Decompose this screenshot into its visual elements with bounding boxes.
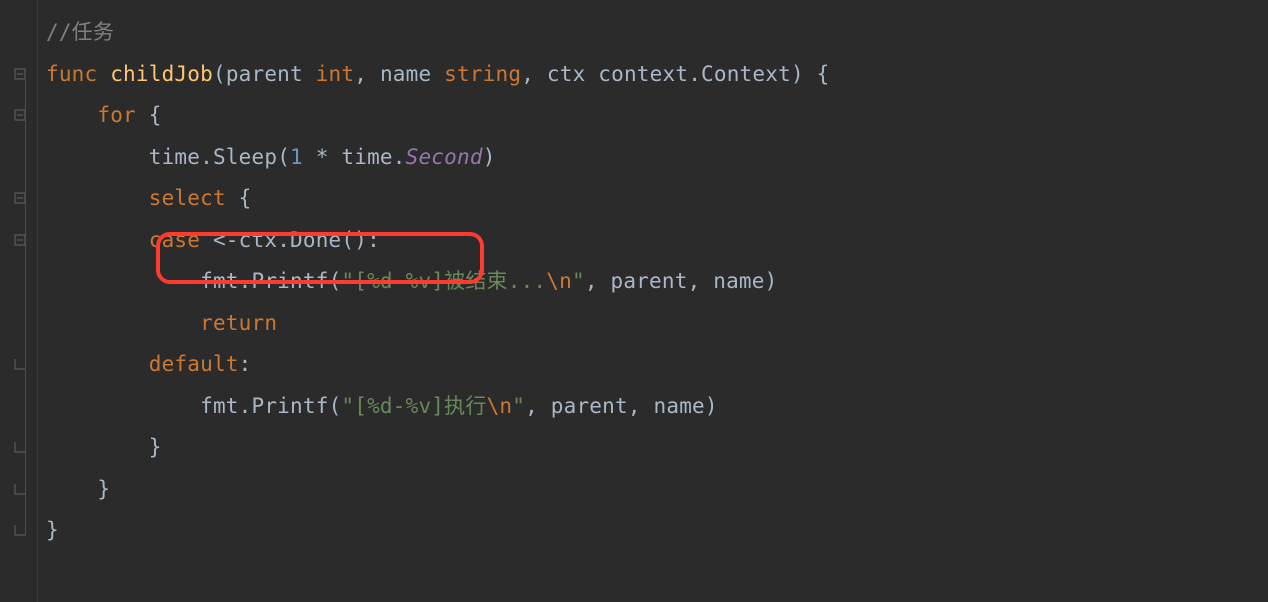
- indent: [46, 477, 97, 501]
- token-punct: ,: [585, 269, 611, 293]
- gutter: [0, 0, 38, 602]
- token-punct: .: [239, 269, 252, 293]
- token-op: *: [303, 145, 342, 169]
- token-pkg: fmt: [200, 394, 239, 418]
- token-type: string: [444, 62, 521, 86]
- token-str: ": [572, 269, 585, 293]
- token-ident: name: [713, 269, 764, 293]
- token-punct: .: [393, 145, 406, 169]
- token-str: ": [512, 394, 525, 418]
- token-punct: (: [329, 394, 342, 418]
- code-line[interactable]: fmt.Printf("[%d-%v]执行\n", parent, name): [46, 386, 829, 428]
- token-kw: func: [46, 62, 110, 86]
- code-line[interactable]: }: [46, 427, 829, 469]
- token-pkg: context: [598, 62, 688, 86]
- token-call: Printf: [252, 394, 329, 418]
- token-op: <-: [213, 228, 239, 252]
- token-pkg: time: [341, 145, 392, 169]
- fold-guide-line: [25, 80, 26, 537]
- code-editor[interactable]: //任务func childJob(parent int, name strin…: [0, 0, 1268, 602]
- token-punct: (: [213, 62, 226, 86]
- indent: [46, 186, 149, 210]
- token-punct: }: [149, 435, 162, 459]
- token-call: Done: [290, 228, 341, 252]
- code-line[interactable]: for {: [46, 95, 829, 137]
- token-punct: ,: [354, 62, 380, 86]
- token-ident: ctx: [239, 228, 278, 252]
- token-type: int: [316, 62, 355, 86]
- token-punct: ():: [341, 228, 380, 252]
- token-kw: for: [97, 103, 148, 127]
- token-punct: (: [329, 269, 342, 293]
- code-line[interactable]: select {: [46, 178, 829, 220]
- token-param: parent: [226, 62, 316, 86]
- token-kw: default: [149, 352, 239, 376]
- indent: [46, 435, 149, 459]
- code-line[interactable]: return: [46, 303, 829, 345]
- code-line[interactable]: fmt.Printf("[%d-%v]被结束...\n", parent, na…: [46, 261, 829, 303]
- token-punct: ,: [521, 62, 547, 86]
- indent: [46, 352, 149, 376]
- token-punct: }: [46, 518, 59, 542]
- token-call: Printf: [252, 269, 329, 293]
- token-pkg: time: [149, 145, 200, 169]
- token-punct: {: [149, 103, 162, 127]
- token-punct: :: [239, 352, 252, 376]
- token-comment: //任务: [46, 20, 114, 44]
- token-param: name: [380, 62, 444, 86]
- code-line[interactable]: //任务: [46, 12, 829, 54]
- fold-open-icon[interactable]: [14, 68, 26, 80]
- token-kw: return: [200, 311, 277, 335]
- token-kw: select: [149, 186, 239, 210]
- token-punct: ): [483, 145, 496, 169]
- indent: [46, 311, 200, 335]
- code-area[interactable]: //任务func childJob(parent int, name strin…: [46, 12, 829, 552]
- indent: [46, 228, 149, 252]
- token-esc: \n: [487, 394, 513, 418]
- code-line[interactable]: func childJob(parent int, name string, c…: [46, 54, 829, 96]
- token-punct: ,: [525, 394, 551, 418]
- code-line[interactable]: }: [46, 469, 829, 511]
- indent: [46, 394, 200, 418]
- token-pkg: fmt: [200, 269, 239, 293]
- indent: [46, 145, 149, 169]
- token-num: 1: [290, 145, 303, 169]
- token-ident: parent: [551, 394, 628, 418]
- token-punct: }: [97, 477, 110, 501]
- token-punct: ): [765, 269, 778, 293]
- token-punct: ,: [688, 269, 714, 293]
- token-esc: \n: [546, 269, 572, 293]
- code-line[interactable]: time.Sleep(1 * time.Second): [46, 137, 829, 179]
- token-str: "[%d-%v]被结束...: [341, 269, 546, 293]
- token-punct: .: [200, 145, 213, 169]
- token-typeName: Context: [701, 62, 791, 86]
- token-kw: case: [149, 228, 213, 252]
- indent: [46, 269, 200, 293]
- token-punct: (: [277, 145, 290, 169]
- token-punct: .: [239, 394, 252, 418]
- token-str: "[%d-%v]执行: [341, 394, 486, 418]
- token-punct: .: [277, 228, 290, 252]
- token-param: ctx: [547, 62, 598, 86]
- token-ident: name: [654, 394, 705, 418]
- code-line[interactable]: default:: [46, 344, 829, 386]
- token-punct: ) {: [791, 62, 830, 86]
- token-fn: childJob: [110, 62, 213, 86]
- token-punct: ): [705, 394, 718, 418]
- code-line[interactable]: case <-ctx.Done():: [46, 220, 829, 262]
- token-punct: {: [239, 186, 252, 210]
- token-punct: .: [688, 62, 701, 86]
- token-punct: ,: [628, 394, 654, 418]
- token-field: Second: [406, 145, 483, 169]
- token-ident: parent: [611, 269, 688, 293]
- indent: [46, 103, 97, 127]
- code-line[interactable]: }: [46, 510, 829, 552]
- token-call: Sleep: [213, 145, 277, 169]
